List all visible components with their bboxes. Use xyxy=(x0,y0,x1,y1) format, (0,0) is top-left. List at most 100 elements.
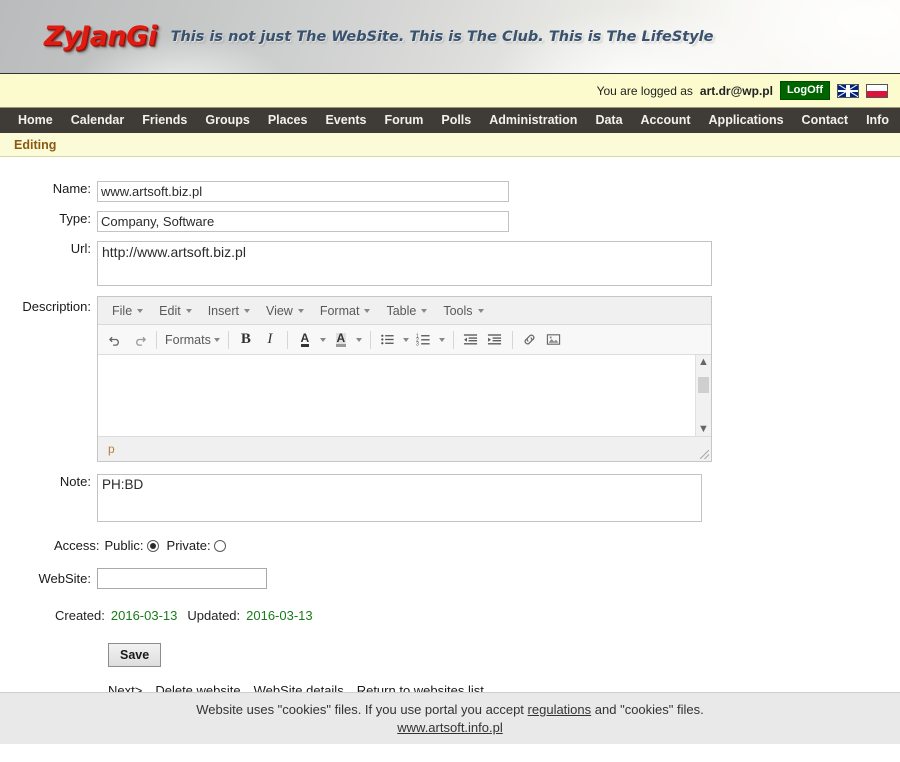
updated-label: Updated: xyxy=(187,608,241,623)
bullet-list-dropdown[interactable] xyxy=(400,328,412,352)
nav-item-account[interactable]: Account xyxy=(632,108,700,133)
italic-button[interactable]: I xyxy=(258,328,282,352)
main-content: Name: Type: Url: http://www.artsoft.biz.… xyxy=(0,181,900,744)
editor-resize-handle[interactable] xyxy=(700,450,709,459)
chevron-down-icon xyxy=(477,308,484,313)
redo-icon[interactable] xyxy=(127,328,151,352)
nav-item-data[interactable]: Data xyxy=(586,108,631,133)
numbered-list-icon[interactable]: 1 2 3 xyxy=(412,328,436,352)
nav-item-places[interactable]: Places xyxy=(259,108,317,133)
menu-format[interactable]: Format xyxy=(312,301,379,321)
nav-item-forum[interactable]: Forum xyxy=(375,108,432,133)
menu-table[interactable]: Table xyxy=(378,301,435,321)
nav-item-friends[interactable]: Friends xyxy=(133,108,196,133)
logged-user-email: art.dr@wp.pl xyxy=(699,83,773,98)
type-input[interactable] xyxy=(97,211,509,232)
name-label: Name: xyxy=(52,181,91,196)
uk-flag-icon[interactable] xyxy=(837,83,859,98)
menu-view[interactable]: View xyxy=(258,301,312,321)
nav-item-events[interactable]: Events xyxy=(316,108,375,133)
formats-dropdown[interactable]: Formats xyxy=(162,328,223,352)
poland-flag-icon[interactable] xyxy=(866,83,888,98)
access-public-radio[interactable] xyxy=(146,539,159,552)
image-icon[interactable] xyxy=(542,328,566,352)
chevron-down-icon xyxy=(243,308,250,313)
site-logo[interactable]: ZyJanGi xyxy=(44,21,157,52)
nav-item-calendar[interactable]: Calendar xyxy=(62,108,134,133)
text-color-dropdown[interactable] xyxy=(317,328,329,352)
section-bar: Editing xyxy=(0,133,900,157)
menu-table-label: Table xyxy=(386,303,417,318)
note-textarea[interactable]: PH:BD xyxy=(97,474,702,522)
chevron-down-icon xyxy=(355,337,362,342)
menu-insert[interactable]: Insert xyxy=(200,301,258,321)
note-row: Note: PH:BD xyxy=(0,474,900,522)
bold-button[interactable]: B xyxy=(234,328,258,352)
created-label: Created: xyxy=(55,608,105,623)
menu-file[interactable]: File xyxy=(104,301,151,321)
toolbar-separator xyxy=(369,330,371,349)
login-status-bar: You are logged as art.dr@wp.pl LogOff xyxy=(0,74,900,108)
public-label: Public: xyxy=(104,538,144,553)
save-button[interactable]: Save xyxy=(108,643,162,667)
scroll-up-icon[interactable]: ▲ xyxy=(698,355,709,369)
editor-element-path[interactable]: p xyxy=(108,442,115,456)
toolbar-separator xyxy=(452,330,454,349)
access-private-radio[interactable] xyxy=(213,539,226,552)
undo-icon[interactable] xyxy=(103,328,127,352)
menu-insert-label: Insert xyxy=(207,303,239,318)
access-row: Access: Public: Private: xyxy=(0,538,900,553)
text-color-button[interactable]: A xyxy=(293,328,317,352)
name-row: Name: xyxy=(0,181,900,202)
editor-content-area[interactable]: ▲ ▼ xyxy=(98,355,711,437)
note-label: Note: xyxy=(59,474,91,489)
editor-scrollbar[interactable]: ▲ ▼ xyxy=(695,355,711,436)
svg-text:3: 3 xyxy=(416,341,419,347)
created-value: 2016-03-13 xyxy=(110,608,178,623)
scroll-down-icon[interactable]: ▼ xyxy=(698,422,709,436)
nav-item-applications[interactable]: Applications xyxy=(700,108,793,133)
logoff-button[interactable]: LogOff xyxy=(779,80,830,101)
nav-item-contact[interactable]: Contact xyxy=(793,108,858,133)
chevron-down-icon xyxy=(297,308,304,313)
chevron-down-icon xyxy=(185,308,192,313)
numbered-list-dropdown[interactable] xyxy=(436,328,448,352)
text-color-icon: A xyxy=(300,330,310,347)
nav-item-groups[interactable]: Groups xyxy=(196,108,258,133)
chevron-down-icon xyxy=(402,337,409,342)
nav-item-home[interactable]: Home xyxy=(9,108,62,133)
menu-tools-label: Tools xyxy=(443,303,473,318)
chevron-down-icon xyxy=(137,308,144,313)
description-row: Description: File Edit Insert View Forma… xyxy=(0,296,900,462)
nav-item-info[interactable]: Info xyxy=(857,108,898,133)
background-color-button[interactable]: A xyxy=(329,328,353,352)
footer-site-link[interactable]: www.artsoft.info.pl xyxy=(397,720,503,735)
url-textarea[interactable]: http://www.artsoft.biz.pl xyxy=(97,241,712,286)
banner-inner: ZyJanGi This is not just The WebSite. Th… xyxy=(0,0,900,73)
toolbar-separator xyxy=(227,330,229,349)
site-banner: ZyJanGi This is not just The WebSite. Th… xyxy=(0,0,900,74)
website-input[interactable] xyxy=(97,568,267,589)
background-color-dropdown[interactable] xyxy=(353,328,365,352)
site-tagline: This is not just The WebSite. This is Th… xyxy=(170,28,714,45)
toolbar-separator xyxy=(156,330,157,349)
website-label: WebSite: xyxy=(38,571,91,586)
url-row: Url: http://www.artsoft.biz.pl xyxy=(0,241,900,286)
cookie-notice: Website uses "cookies" files. If you use… xyxy=(196,702,703,717)
main-navigation: Home Calendar Friends Groups Places Even… xyxy=(0,108,900,133)
indent-icon[interactable] xyxy=(483,328,507,352)
menu-file-label: File xyxy=(112,303,133,318)
chevron-down-icon xyxy=(421,308,428,313)
name-input[interactable] xyxy=(97,181,509,202)
nav-item-polls[interactable]: Polls xyxy=(432,108,480,133)
regulations-link[interactable]: regulations xyxy=(528,702,592,717)
menu-tools[interactable]: Tools xyxy=(435,301,491,321)
scrollbar-thumb[interactable] xyxy=(698,377,709,393)
outdent-icon[interactable] xyxy=(459,328,483,352)
bullet-list-icon[interactable] xyxy=(376,328,400,352)
menu-edit[interactable]: Edit xyxy=(151,301,200,321)
link-icon[interactable] xyxy=(518,328,542,352)
page-footer: Website uses "cookies" files. If you use… xyxy=(0,692,900,744)
toolbar-separator xyxy=(286,330,288,349)
nav-item-administration[interactable]: Administration xyxy=(480,108,586,133)
